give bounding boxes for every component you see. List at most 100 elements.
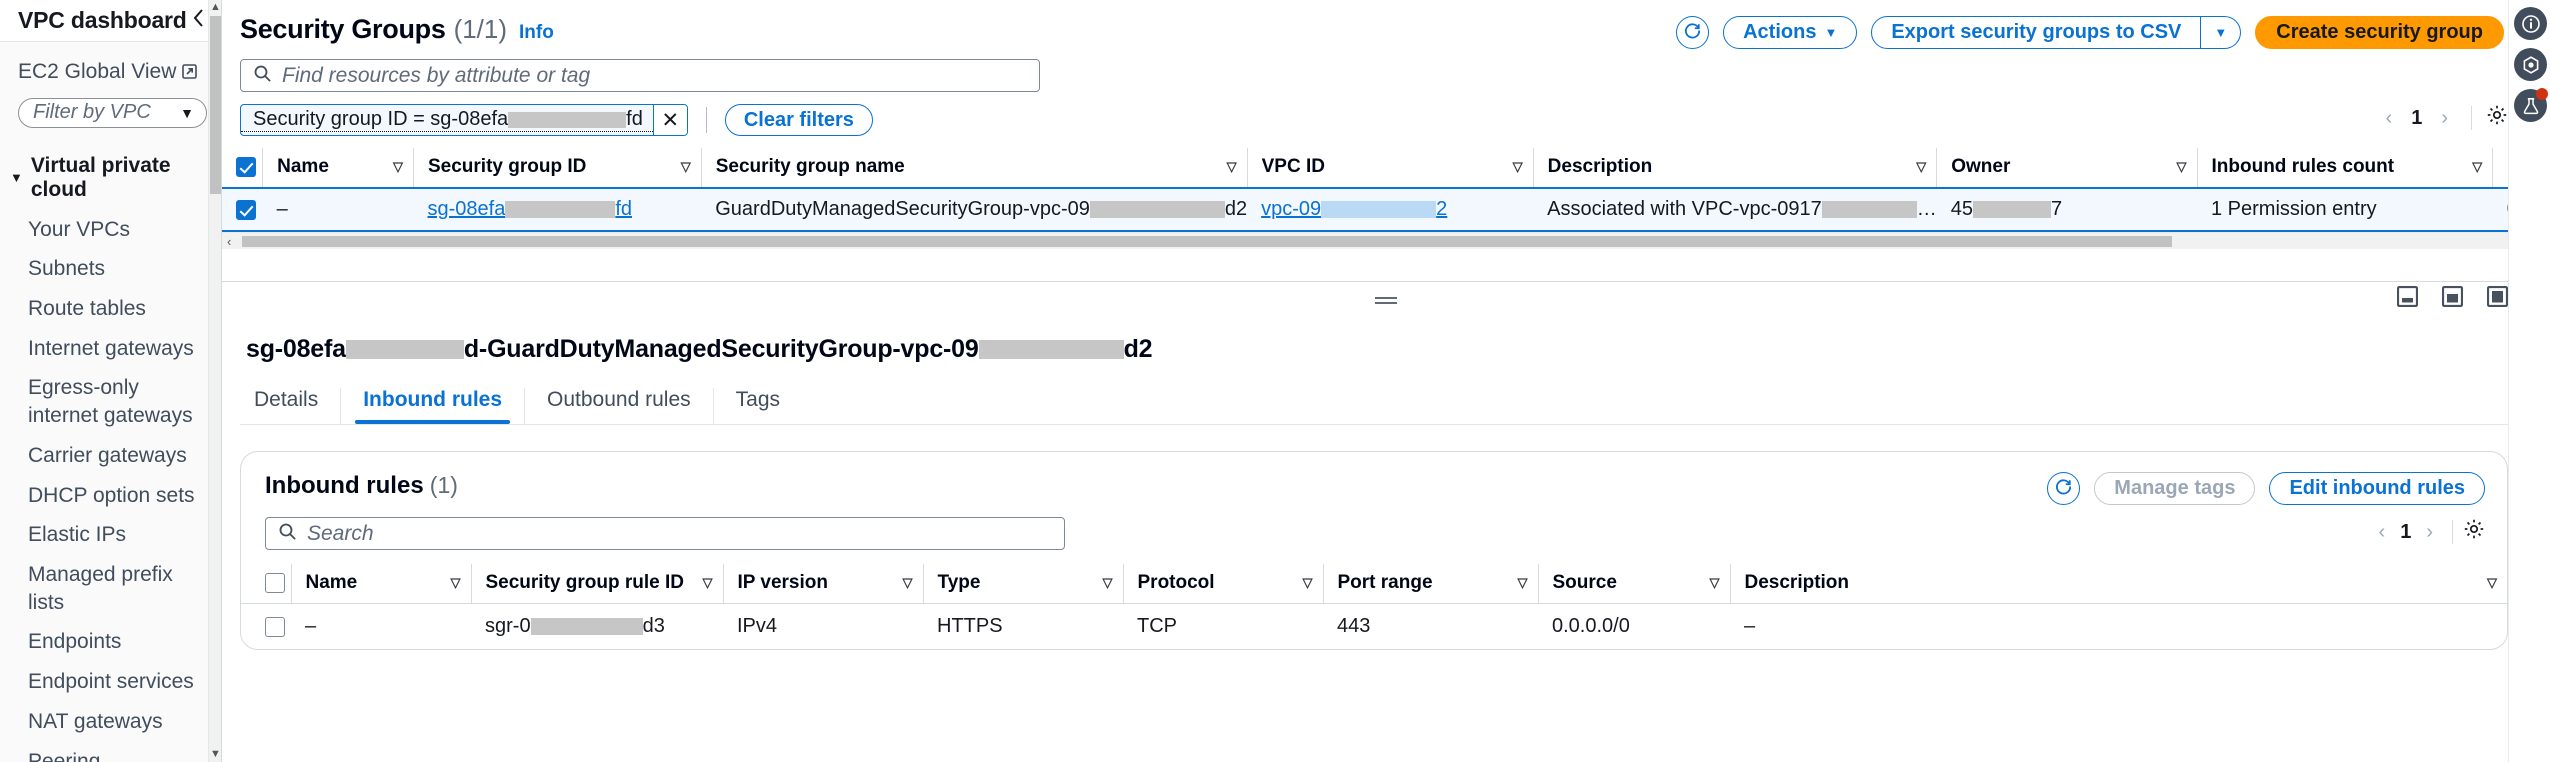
sidebar-item-managed-prefix-lists[interactable]: Managed prefix lists	[0, 555, 221, 622]
sidebar-item-dhcp-option-sets[interactable]: DHCP option sets	[0, 476, 221, 516]
pagination-next-icon[interactable]: ›	[2432, 107, 2457, 130]
sort-icon[interactable]: ▽	[1518, 575, 1528, 591]
scroll-down-icon[interactable]: ▼	[209, 747, 222, 762]
column-header-vpc-id[interactable]: VPC ID ▽	[1246, 148, 1534, 189]
refresh-button[interactable]	[1676, 16, 1710, 49]
sort-icon[interactable]: ▽	[1513, 159, 1523, 175]
gear-icon[interactable]	[2486, 104, 2508, 132]
table-row[interactable]: – sgr-0 d3 IPv4 HTTPS TCP 443 0.0.0.0/0 –	[241, 604, 2507, 650]
sort-icon[interactable]: ▽	[1303, 575, 1313, 591]
sort-icon[interactable]: ▽	[681, 159, 691, 175]
drag-handle-icon[interactable]	[1375, 296, 1397, 304]
tab-inbound-rules[interactable]: Inbound rules	[341, 388, 526, 424]
settings-shield-icon[interactable]	[2514, 48, 2547, 81]
scrollbar-thumb[interactable]	[210, 16, 221, 194]
column-header-owner[interactable]: Owner ▽	[1936, 148, 2197, 189]
edit-inbound-rules-button[interactable]: Edit inbound rules	[2269, 472, 2485, 505]
select-all-checkbox[interactable]	[236, 156, 256, 177]
pagination-page-number[interactable]: 1	[2405, 107, 2428, 130]
pagination-prev-icon[interactable]: ‹	[2370, 521, 2395, 544]
sort-icon[interactable]: ▽	[903, 575, 913, 591]
inbound-rules-search-input[interactable]: Search	[265, 517, 1065, 550]
sidebar-item-elastic-ips[interactable]: Elastic IPs	[0, 515, 221, 555]
scroll-left-icon[interactable]: ‹	[227, 234, 231, 249]
sidebar-item-subnets[interactable]: Subnets	[0, 249, 221, 289]
pagination-next-icon[interactable]: ›	[2417, 521, 2442, 544]
scroll-up-icon[interactable]: ▲	[209, 0, 222, 15]
scrollbar-thumb[interactable]	[242, 236, 2172, 247]
sort-icon[interactable]: ▽	[393, 159, 403, 175]
export-csv-button[interactable]: Export security groups to CSV	[1871, 16, 2202, 49]
row-checkbox[interactable]	[236, 199, 256, 220]
pagination-page-number[interactable]: 1	[2394, 521, 2417, 544]
column-header-description[interactable]: Description ▽	[1729, 564, 2507, 604]
filter-token[interactable]: Security group ID = sg-08efa fd ✕	[240, 104, 688, 136]
select-all-checkbox[interactable]	[265, 572, 285, 593]
row-select-cell	[222, 187, 263, 232]
row-name: –	[276, 198, 288, 220]
sidebar-item-internet-gateways[interactable]: Internet gateways	[0, 329, 221, 369]
flask-icon[interactable]	[2514, 88, 2548, 122]
column-header-security-group-id[interactable]: Security group ID ▽	[413, 148, 702, 189]
sidebar-scrollbar[interactable]: ▲ ▼	[208, 0, 221, 762]
column-header-type[interactable]: Type ▽	[922, 564, 1123, 604]
column-header-security-group-rule-id[interactable]: Security group rule ID ▽	[470, 564, 723, 604]
split-panel-bottom-icon[interactable]	[2396, 285, 2419, 313]
table-horizontal-scrollbar[interactable]: ‹ ›	[222, 232, 2550, 249]
sort-icon[interactable]: ▽	[451, 575, 461, 591]
inbound-refresh-button[interactable]	[2047, 472, 2081, 505]
gear-icon[interactable]	[2463, 518, 2485, 546]
sort-icon[interactable]: ▽	[2177, 159, 2187, 175]
security-group-detail-panel: sg-08efa d - GuardDutyManagedSecurityGrou…	[222, 317, 2550, 762]
resource-search-input[interactable]: Find resources by attribute or tag	[240, 59, 1040, 92]
clear-filters-button[interactable]: Clear filters	[724, 104, 873, 136]
sort-icon[interactable]: ▽	[1227, 159, 1237, 175]
tab-outbound-rules[interactable]: Outbound rules	[525, 388, 714, 424]
sidebar-item-ec2-global-view[interactable]: EC2 Global View	[0, 60, 221, 84]
sidebar-item-your-vpcs[interactable]: Your VPCs	[0, 210, 221, 250]
sidebar-item-endpoints[interactable]: Endpoints	[0, 622, 221, 662]
column-header-ip-version[interactable]: IP version ▽	[722, 564, 923, 604]
sidebar-item-egress-only-internet-gateways[interactable]: Egress-only internet gateways	[0, 368, 221, 435]
column-header-port-range[interactable]: Port range ▽	[1322, 564, 1538, 604]
info-link[interactable]: Info	[519, 22, 554, 44]
sort-icon[interactable]: ▽	[1103, 575, 1113, 591]
sidebar-group-virtual-private-cloud[interactable]: ▼ Virtual private cloud	[0, 146, 221, 210]
tab-details[interactable]: Details	[246, 388, 342, 424]
pagination-prev-icon[interactable]: ‹	[2377, 107, 2402, 130]
table-row[interactable]: – sg-08efa fd GuardDutyManagedSecurityGro…	[222, 187, 2550, 232]
column-header-security-group-name[interactable]: Security group name ▽	[700, 148, 1248, 189]
sidebar-item-nat-gateways[interactable]: NAT gateways	[0, 702, 221, 742]
filter-token-dismiss-icon[interactable]: ✕	[652, 105, 687, 135]
column-header-description[interactable]: Description ▽	[1532, 148, 1937, 189]
column-header-name[interactable]: Name ▽	[262, 148, 414, 189]
tab-tags[interactable]: Tags	[714, 388, 802, 424]
security-group-id-link[interactable]: sg-08efa fd	[428, 198, 633, 220]
vpc-id-link[interactable]: vpc-09 2	[1261, 198, 1447, 220]
column-header-protocol[interactable]: Protocol ▽	[1122, 564, 1323, 604]
sidebar-item-carrier-gateways[interactable]: Carrier gateways	[0, 436, 221, 476]
split-panel-side-icon[interactable]	[2441, 285, 2464, 313]
column-header-name[interactable]: Name ▽	[290, 564, 471, 604]
detail-title-separator: -	[478, 335, 488, 363]
actions-button[interactable]: Actions ▼	[1723, 16, 1858, 49]
split-panel-full-icon[interactable]	[2486, 285, 2509, 313]
sort-icon[interactable]: ▽	[1710, 575, 1720, 591]
sidebar-collapse-icon[interactable]	[192, 8, 205, 32]
sidebar-item-route-tables[interactable]: Route tables	[0, 289, 221, 329]
sort-icon[interactable]: ▽	[2487, 575, 2497, 591]
split-panel-divider[interactable]	[222, 281, 2550, 317]
sort-icon[interactable]: ▽	[703, 575, 713, 591]
row-checkbox[interactable]	[265, 616, 285, 637]
sidebar-item-peering-connections[interactable]: Peering connections	[0, 742, 221, 762]
sort-icon[interactable]: ▽	[1916, 159, 1926, 175]
manage-tags-button[interactable]: Manage tags	[2094, 472, 2256, 505]
export-dropdown-button[interactable]: ▼	[2201, 16, 2242, 49]
vpc-filter-select[interactable]: Filter by VPC ▼	[18, 97, 207, 128]
column-header-source[interactable]: Source ▽	[1537, 564, 1730, 604]
column-header-inbound-rules-count[interactable]: Inbound rules count ▽	[2196, 148, 2493, 189]
create-security-group-button[interactable]: Create security group	[2255, 16, 2504, 49]
sort-icon[interactable]: ▽	[2472, 159, 2482, 175]
info-icon[interactable]	[2514, 7, 2547, 40]
sidebar-item-endpoint-services[interactable]: Endpoint services	[0, 662, 221, 702]
